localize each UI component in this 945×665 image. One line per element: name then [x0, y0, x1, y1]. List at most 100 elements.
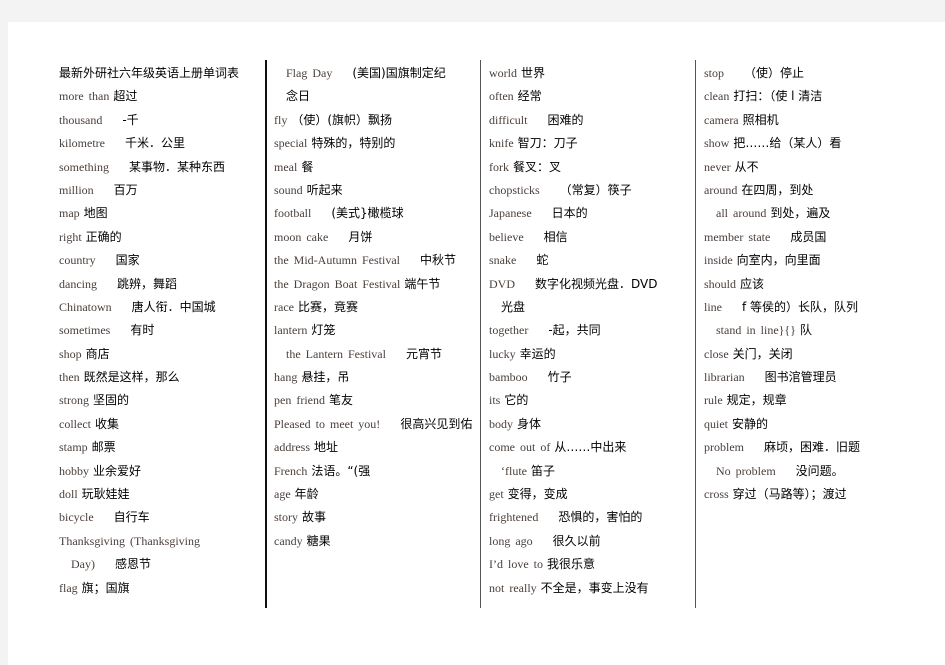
english-term: ‘flute: [501, 463, 527, 478]
chinese-translation: 中秋节: [420, 253, 457, 268]
chinese-translation: 餐叉：叉: [513, 159, 562, 174]
vocab-entry: clean 打扫：（使 l 清洁: [704, 85, 904, 108]
chinese-translation: f 等侯的）长队，队列: [742, 299, 859, 314]
english-term: fly: [274, 112, 288, 127]
chinese-translation: 世界: [521, 66, 546, 80]
chinese-translation: 商店: [85, 346, 110, 361]
chinese-translation: 邮票: [91, 440, 116, 455]
english-term: Day): [71, 557, 95, 572]
chinese-translation: 相信: [543, 229, 568, 244]
vocab-entry: line f 等侯的）长队，队列: [704, 296, 904, 319]
english-term: hang: [274, 370, 298, 385]
english-term: cross: [704, 487, 729, 502]
chinese-translation: (美式}橄榄球: [331, 206, 404, 221]
english-term: sometimes: [59, 323, 111, 338]
vocab-entry: story 故事: [274, 506, 474, 529]
chinese-translation: 经常: [517, 89, 542, 104]
english-term: country: [59, 253, 96, 268]
vocab-entry: together -起，共同: [489, 319, 689, 342]
vocab-entry: sometimes 有时: [59, 319, 259, 342]
english-term: often: [489, 89, 514, 104]
english-term: No problem: [716, 463, 776, 478]
vocab-entry: inside 向室内，向里面: [704, 249, 904, 272]
english-term: show: [704, 136, 730, 151]
vocab-entry: get 变得，变成: [489, 483, 689, 506]
english-term: the Lantern Festival: [286, 346, 386, 361]
vocab-entry: kilometre 千米．公里: [59, 132, 259, 155]
english-term: Pleased to meet you!: [274, 416, 381, 431]
vocab-entry: believe 相信: [489, 226, 689, 249]
english-term: around: [704, 182, 738, 197]
english-term: quiet: [704, 416, 728, 431]
vocab-entry: something 某事物．某种东西: [59, 156, 259, 179]
vocab-entry: Japanese 日本的: [489, 202, 689, 225]
english-term: inside: [704, 253, 733, 268]
chinese-translation: 幸运的: [519, 346, 556, 361]
chinese-translation: 照相机: [742, 112, 779, 127]
vocab-entry: difficult 困难的: [489, 109, 689, 132]
chinese-translation: 身体: [517, 416, 542, 431]
vocab-entry: 念日: [274, 85, 474, 108]
vocab-entry: stamp 邮票: [59, 436, 259, 459]
chinese-translation: 餐: [301, 159, 314, 174]
vocab-entry: its 它的: [489, 389, 689, 412]
chinese-translation: 超过: [113, 89, 138, 104]
chinese-translation: 穿过（马路等）；渡过: [732, 487, 847, 502]
english-term: Flag Day: [286, 66, 333, 80]
chinese-translation: 应该: [740, 276, 765, 291]
english-term: French: [274, 463, 308, 478]
english-term: lantern: [274, 323, 308, 338]
vocab-entry: strong 坚固的: [59, 389, 259, 412]
chinese-translation: 玩耿娃娃: [81, 487, 130, 502]
vocab-entry: French 法语。“(强: [274, 460, 474, 483]
chinese-translation: 把……给（某人）看: [733, 136, 842, 151]
chinese-translation: 很高兴见到佑: [400, 416, 473, 431]
vocab-entry: thousand -千: [59, 109, 259, 132]
english-term: rule: [704, 393, 723, 408]
vocab-entry: world 世界: [489, 62, 689, 85]
vocab-entry: never 从不: [704, 156, 904, 179]
english-term: bicycle: [59, 510, 94, 525]
vocab-entry: shop 商店: [59, 343, 259, 366]
chinese-translation: 麻顷，困难．旧题: [764, 440, 861, 455]
chinese-translation: 关门，关闭: [732, 346, 793, 361]
english-term: pen friend: [274, 393, 325, 408]
vocab-entry: right 正确的: [59, 226, 259, 249]
chinese-translation: 困难的: [547, 112, 584, 127]
chinese-translation: 千米．公里: [124, 136, 185, 151]
chinese-translation: 比赛，竟赛: [297, 299, 358, 314]
english-term: sound: [274, 182, 303, 197]
english-term: age: [274, 487, 291, 502]
chinese-translation: 业余爱好: [93, 463, 142, 478]
chinese-translation: -千: [122, 112, 139, 127]
english-term: doll: [59, 487, 78, 502]
english-term: Thanksgiving (Thanksgiving: [59, 533, 200, 548]
vocab-entry: come out of 从……中出来: [489, 436, 689, 459]
vocab-entry: the Dragon Boat Festival 端午节: [274, 273, 474, 296]
column-divider: [265, 60, 267, 608]
chinese-translation: 故事: [302, 510, 327, 525]
chinese-translation: 元宵节: [405, 346, 442, 361]
vocab-entry: rule 规定，规章: [704, 389, 904, 412]
chinese-translation: 没问题。: [795, 463, 844, 478]
chinese-translation: 它的: [504, 393, 529, 408]
vocab-entry: map 地图: [59, 202, 259, 225]
vocab-entry: 光盘: [489, 296, 689, 319]
english-term: the Mid-Autumn Festival: [274, 253, 400, 268]
vocab-entry: football (美式}橄榄球: [274, 202, 474, 225]
vocab-entry: not really 不全是，事变上没有: [489, 577, 689, 600]
english-term: stand in line}{}: [716, 323, 796, 338]
document-title: 最新外研社六年级英语上册单词表: [59, 66, 240, 80]
vocab-entry: bicycle 自行车: [59, 506, 259, 529]
chinese-translation: 有时: [130, 323, 155, 338]
english-term: million: [59, 182, 94, 197]
vocabulary-column-2: Flag Day (美国)国旗制定纪 念日 fly （使）(旗帜）飘扬 special 特殊…: [274, 62, 474, 553]
vocab-entry: often 经常: [489, 85, 689, 108]
english-term: all around: [716, 206, 767, 221]
chinese-translation: 成员国: [790, 229, 827, 244]
vocab-entry: doll 玩耿娃娃: [59, 483, 259, 506]
vocab-entry: age 年龄: [274, 483, 474, 506]
vocab-entry: bamboo 竹子: [489, 366, 689, 389]
chinese-translation: 某事物．某种东西: [129, 159, 226, 174]
vocab-entry: around 在四周，到处: [704, 179, 904, 202]
